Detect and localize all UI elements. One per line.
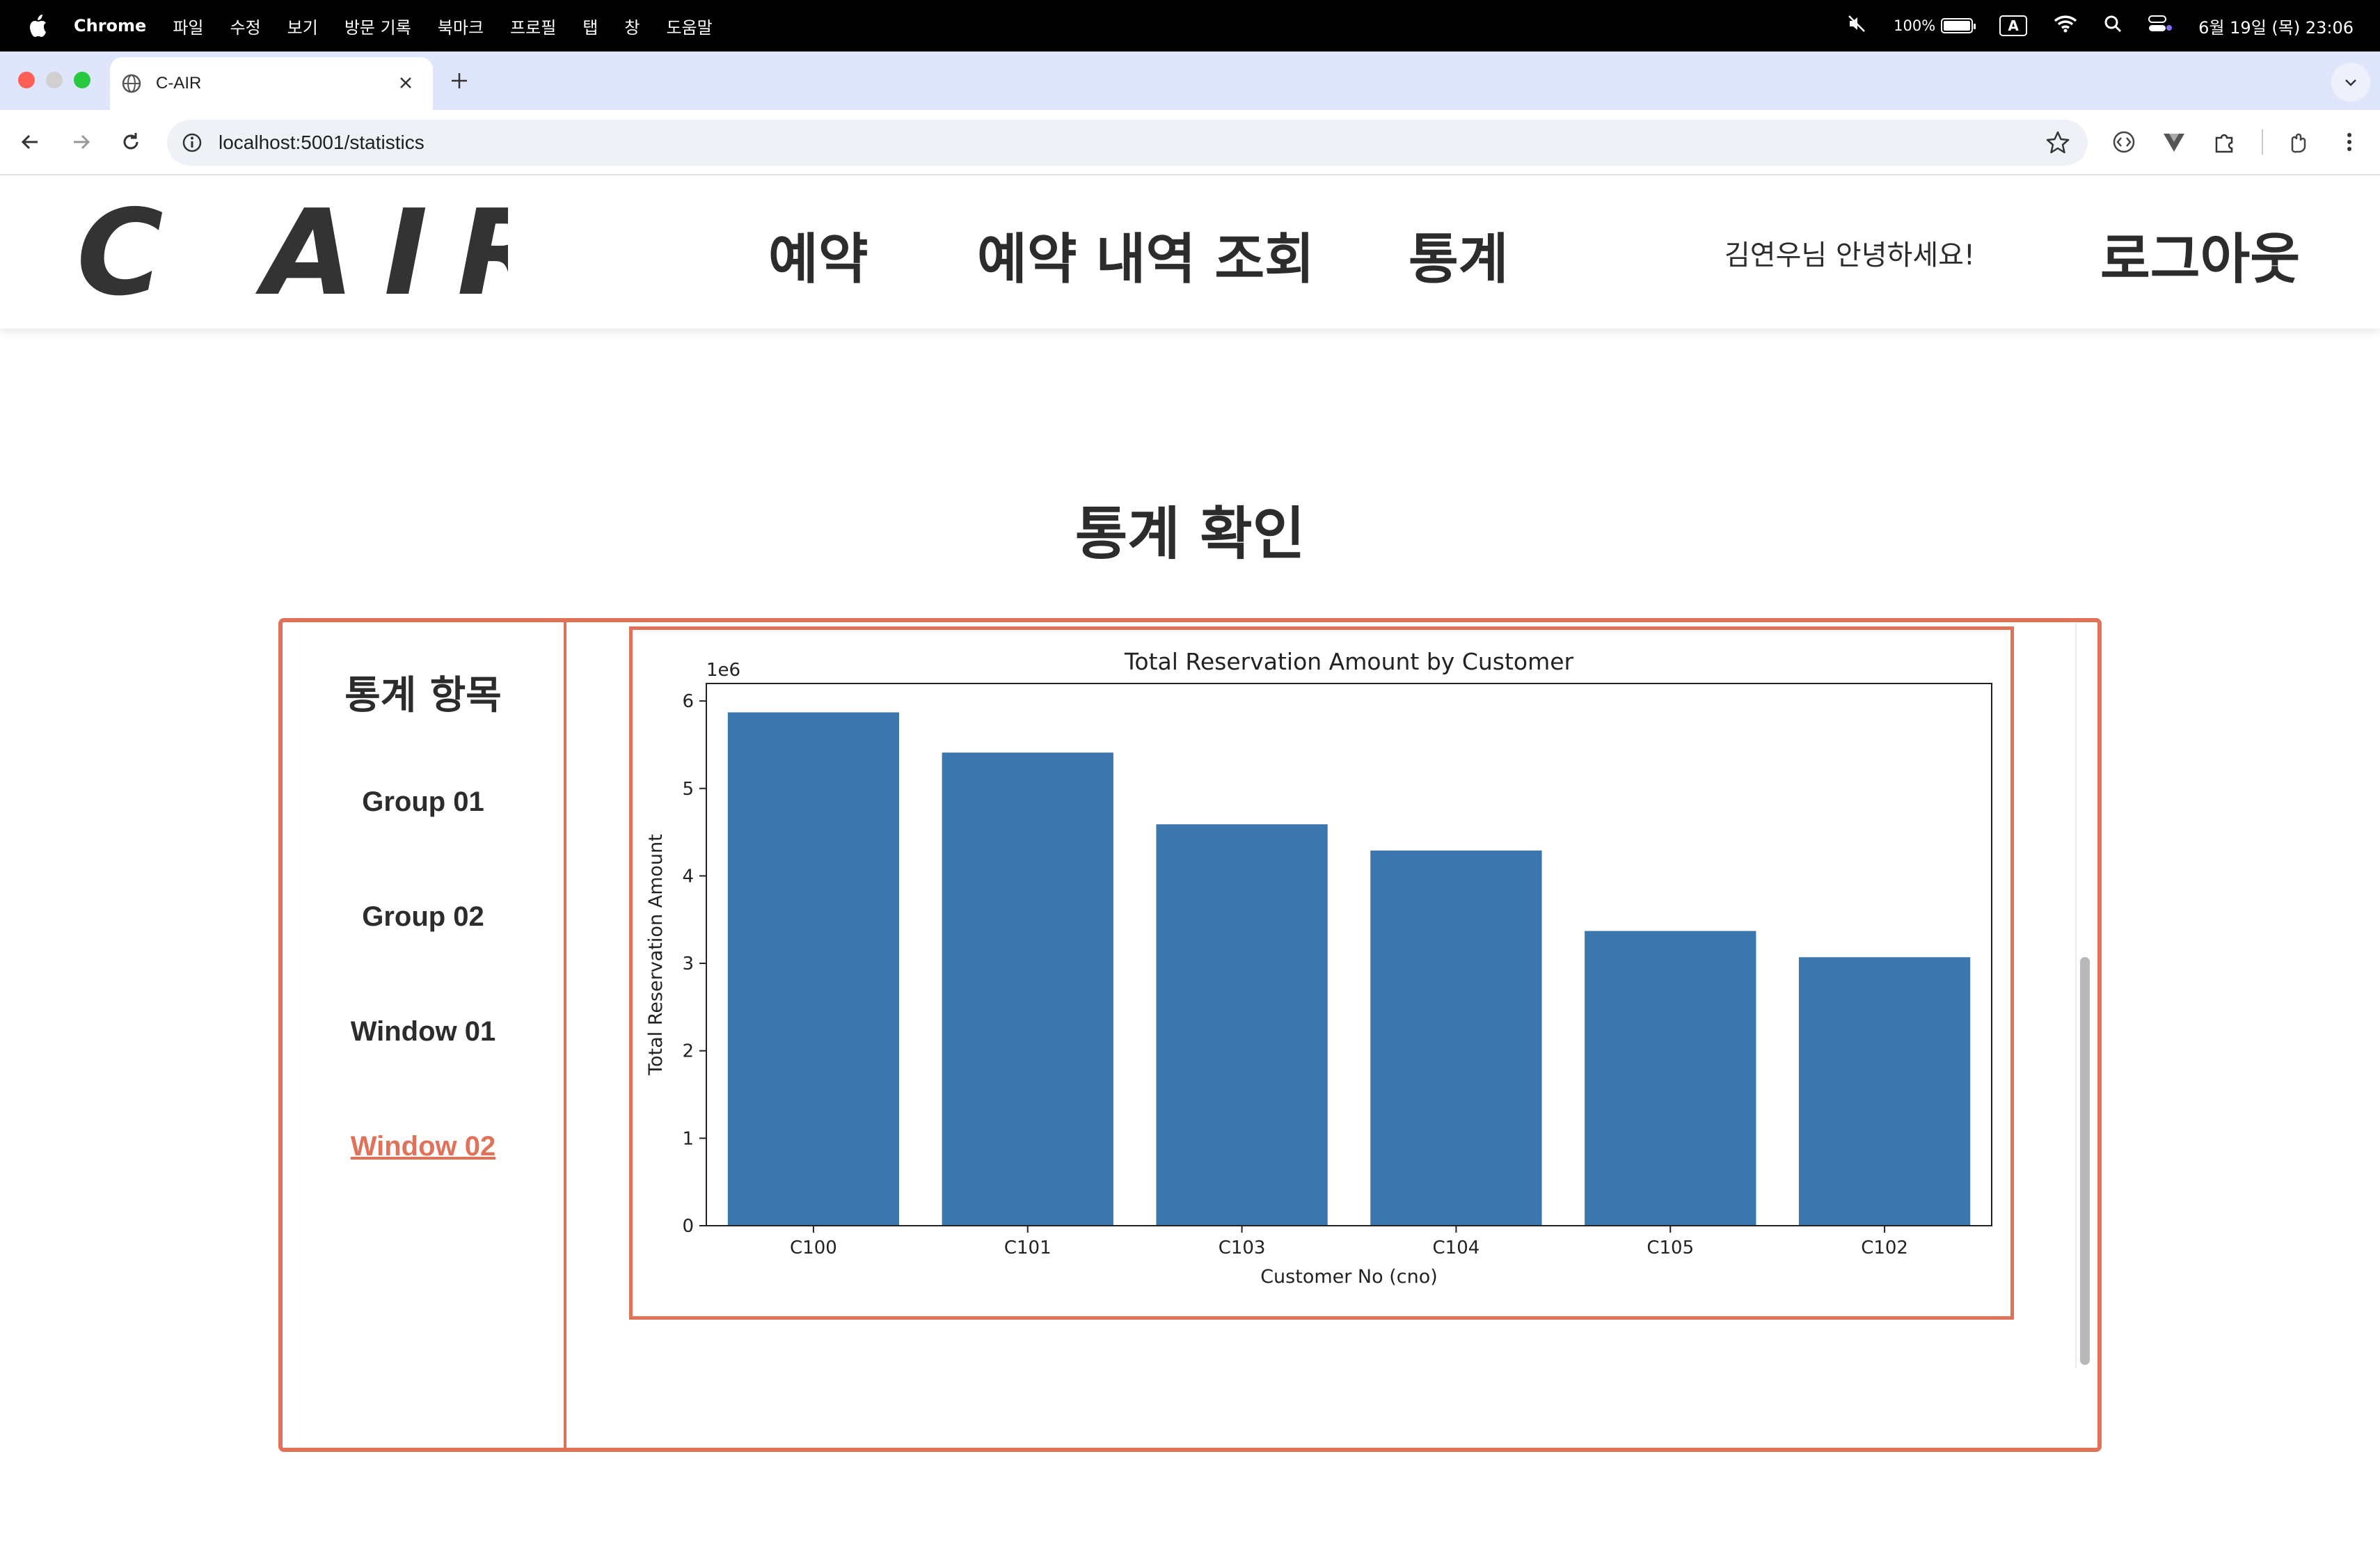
bar-c103: [1156, 824, 1328, 1226]
menu-file[interactable]: 파일: [173, 14, 203, 38]
nav-reservation[interactable]: 예약: [768, 216, 868, 294]
battery-icon: [1941, 18, 1976, 33]
reload-icon[interactable]: [113, 124, 149, 160]
browser-tab-active[interactable]: C-AIR: [110, 57, 433, 110]
menu-item-window-01[interactable]: Window 01: [283, 1016, 564, 1048]
chart-title: Total Reservation Amount by Customer: [1124, 648, 1574, 675]
battery-status[interactable]: 100%: [1894, 17, 1976, 34]
globe-icon: [121, 73, 142, 94]
y-tick-label: 1: [682, 1128, 694, 1149]
wifi-icon[interactable]: [2054, 15, 2077, 37]
control-center-icon[interactable]: [2148, 15, 2173, 37]
url-text[interactable]: localhost:5001/statistics: [219, 132, 425, 154]
back-arrow-icon[interactable]: [13, 124, 49, 160]
input-source-indicator[interactable]: A: [1999, 15, 2028, 36]
window-minimize-button[interactable]: [46, 72, 63, 88]
y-tick-label: 0: [682, 1216, 694, 1237]
menu-app-chrome[interactable]: Chrome: [74, 16, 146, 35]
y-tick-label: 6: [682, 691, 694, 712]
y-axis-offset-label: 1e6: [706, 660, 740, 681]
x-tick-label: C100: [790, 1238, 837, 1258]
y-tick-label: 5: [682, 779, 694, 800]
address-bar[interactable]: localhost:5001/statistics: [167, 120, 2088, 166]
browser-menu-kebab-icon[interactable]: [2333, 125, 2366, 159]
x-tick-label: C103: [1219, 1238, 1266, 1258]
x-tick-label: C101: [1004, 1238, 1052, 1258]
menu-item-group-01[interactable]: Group 01: [283, 787, 564, 818]
x-tick-label: C104: [1433, 1238, 1480, 1258]
bar-chart: Total Reservation Amount by Customer 1e6 0…: [645, 648, 1992, 1288]
toolbar-separator: [2262, 129, 2263, 155]
y-tick-label: 2: [682, 1041, 694, 1062]
panel-divider: [564, 622, 566, 1448]
y-tick-label: 3: [682, 954, 694, 974]
menubar-clock[interactable]: 6월 19일 (목) 23:06: [2198, 14, 2354, 38]
bar-c104: [1370, 850, 1542, 1226]
extension-vue-icon[interactable]: [2157, 125, 2191, 159]
statistics-menu: 통계 항목 Group 01 Group 02 Window 01 Window…: [283, 622, 564, 1448]
tab-title: C-AIR: [156, 74, 202, 93]
forward-arrow-icon[interactable]: [63, 124, 99, 160]
statistics-menu-heading: 통계 항목: [344, 673, 502, 718]
extension-code-icon[interactable]: [2107, 125, 2141, 159]
battery-fill: [1944, 21, 1971, 31]
x-tick-label: C102: [1861, 1238, 1908, 1258]
menu-item-group-02[interactable]: Group 02: [283, 901, 564, 933]
menu-help[interactable]: 도움말: [666, 14, 712, 38]
tab-search-chevron-down-icon[interactable]: [2331, 63, 2370, 102]
window-close-button[interactable]: [18, 72, 35, 88]
mute-icon[interactable]: [1846, 13, 1867, 38]
x-tick-label: C105: [1647, 1238, 1694, 1258]
x-axis-label: Customer No (cno): [1260, 1266, 1438, 1288]
chart-scrollbar-thumb[interactable]: [2080, 957, 2090, 1365]
macos-menu-bar: Chrome 파일 수정 보기 방문 기록 북마크 프로필 탭 창 도움말 10…: [0, 0, 2380, 52]
menu-tab[interactable]: 탭: [582, 14, 598, 38]
bar-c100: [727, 712, 900, 1226]
bar-c101: [942, 752, 1113, 1226]
bar-c105: [1585, 931, 1756, 1226]
bar-c102: [1798, 957, 1971, 1226]
menu-bookmarks[interactable]: 북마크: [438, 14, 484, 38]
page-title: 통계 확인: [1074, 501, 1306, 567]
menu-profiles[interactable]: 프로필: [510, 14, 556, 38]
menu-edit[interactable]: 수정: [230, 14, 260, 38]
chart-frame: Total Reservation Amount by Customer 1e6 0…: [629, 626, 2014, 1320]
bookmark-star-icon[interactable]: [2045, 129, 2071, 156]
tab-close-icon[interactable]: [394, 71, 418, 95]
menu-view[interactable]: 보기: [287, 14, 318, 38]
logo-text: C AIR: [77, 189, 508, 315]
site-header: C AIR 예약 예약 내역 조회 통계 김연우님 안녕하세요! 로그아웃: [0, 175, 2380, 329]
new-tab-plus-icon[interactable]: [445, 67, 473, 95]
nav-reservation-history[interactable]: 예약 내역 조회: [977, 216, 1315, 294]
menu-window[interactable]: 창: [624, 14, 640, 38]
profile-avatar-icon[interactable]: [2281, 125, 2315, 159]
user-greeting: 김연우님 안녕하세요!: [1724, 239, 1975, 271]
logout-link[interactable]: 로그아웃: [2100, 216, 2300, 294]
nav-statistics[interactable]: 통계: [1409, 216, 1509, 294]
spotlight-search-icon[interactable]: [2104, 15, 2122, 37]
battery-percent: 100%: [1894, 17, 1936, 34]
c-air-logo[interactable]: C AIR: [77, 184, 548, 322]
menu-item-window-02-active[interactable]: Window 02: [283, 1131, 564, 1162]
extensions-puzzle-icon[interactable]: [2207, 125, 2241, 159]
y-tick-label: 4: [682, 866, 694, 887]
y-axis-label: Total Reservation Amount: [645, 834, 667, 1076]
site-info-icon[interactable]: [180, 130, 205, 155]
menu-history[interactable]: 방문 기록: [344, 14, 411, 38]
window-zoom-button[interactable]: [74, 72, 90, 88]
apple-icon[interactable]: [28, 15, 47, 37]
